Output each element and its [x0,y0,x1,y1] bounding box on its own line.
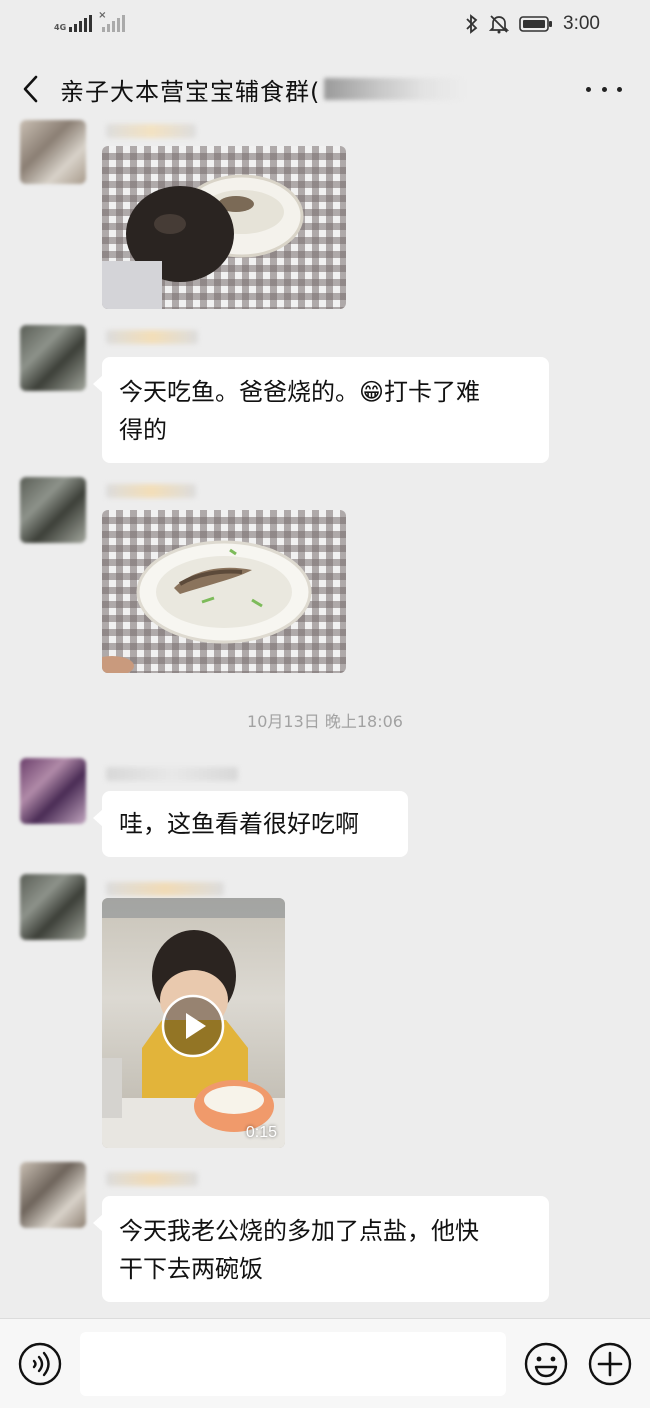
message-line: 得的 [119,416,167,444]
status-time: 3:00 [563,13,600,34]
avatar[interactable] [20,758,86,824]
message-input[interactable] [80,1332,506,1396]
message-bubble[interactable]: 今天我老公烧的多加了点盐，他快 干下去两碗饭 [93,1196,549,1302]
message-line: 今天我老公烧的多加了点盐，他快 [119,1217,479,1245]
message-line: 哇，这鱼看着很好吃啊 [119,810,359,838]
mute-icon [489,15,510,34]
title-redaction [324,78,465,100]
message-bubble[interactable]: 今天吃鱼。爸爸烧的。😁打卡了难 得的 [93,357,549,463]
sender-name-redacted [106,330,198,344]
status-right: 3:00 [465,13,600,35]
status-left: 4G × [54,10,126,32]
photo-fish-dish [102,540,312,673]
input-bar [0,1318,650,1408]
network-label: 4G [54,23,67,32]
no-sim-signal-icon: × [98,10,126,32]
more-button[interactable] [586,76,622,102]
chat-title: 亲子大本营宝宝辅食群( [60,77,321,106]
avatar[interactable] [20,874,86,940]
chat-timestamp: 10月13日 晚上18:06 [247,712,403,731]
voice-icon[interactable] [18,1342,62,1386]
battery-icon [519,16,553,32]
chat-image[interactable] [102,146,346,309]
avatar[interactable] [20,120,86,184]
video-duration: 0:15 [245,1124,277,1141]
sender-name-redacted [106,124,196,138]
more-dots-icon [586,86,591,92]
chat-video[interactable]: 0:15 [102,898,285,1148]
chat-header: 亲子大本营宝宝辅食群( [0,58,650,120]
signal-icon [69,15,93,32]
plus-icon[interactable] [588,1342,632,1386]
sender-name-redacted [106,767,238,781]
message-bubble[interactable]: 哇，这鱼看着很好吃啊 [93,791,408,857]
chat-image[interactable] [102,510,346,673]
play-icon[interactable] [161,994,225,1058]
chevron-left-icon [23,75,38,103]
emoji-icon[interactable] [524,1342,568,1386]
avatar[interactable] [20,325,86,391]
sender-name-redacted [106,484,196,498]
status-bar: 4G × 3:00 [0,0,650,48]
message-line: 干下去两碗饭 [119,1255,263,1283]
sender-name-redacted [106,1172,198,1186]
back-button[interactable] [0,58,60,120]
sender-name-redacted [106,882,224,896]
photo-child-eating-fish [102,174,304,309]
avatar[interactable] [20,477,86,543]
message-line: 今天吃鱼。爸爸烧的。😁打卡了难 [119,378,481,406]
avatar[interactable] [20,1162,86,1228]
bluetooth-icon [466,14,478,34]
